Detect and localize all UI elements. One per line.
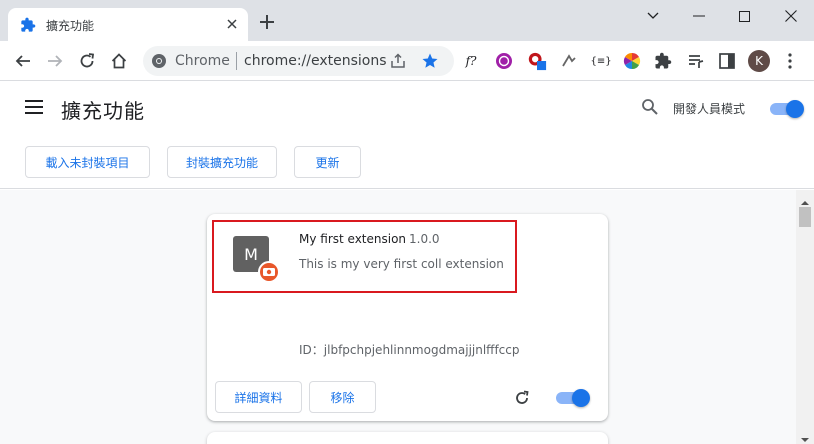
tab-strip: 擴充功能	[0, 0, 814, 41]
reload-extension-icon[interactable]	[513, 389, 531, 407]
font-ext-icon[interactable]: f?	[461, 51, 481, 71]
tab-extensions[interactable]: 擴充功能	[8, 8, 248, 41]
browser-toolbar: Chrome chrome://extensions f? {≡}	[0, 41, 814, 81]
update-button[interactable]: 更新	[294, 146, 361, 178]
forward-arrow-icon[interactable]	[43, 49, 67, 73]
jump-ext-icon[interactable]	[559, 51, 579, 71]
pack-extension-button[interactable]: 封裝擴充功能	[167, 146, 277, 178]
side-panel-icon[interactable]	[717, 51, 737, 71]
browser-window: 擴充功能 Chrome chrome://extensions f? {≡} K…	[0, 0, 814, 444]
site-label: Chrome	[175, 53, 230, 69]
lr-ext-icon[interactable]	[494, 51, 514, 71]
bookmark-star-icon[interactable]	[421, 52, 439, 70]
new-tab-icon[interactable]	[258, 13, 276, 31]
minimize-icon[interactable]	[676, 0, 722, 32]
font-ext-text: f?	[465, 54, 477, 68]
avatar[interactable]: K	[748, 50, 770, 72]
extensions-header: 擴充功能 開發人員模式	[0, 82, 814, 134]
remove-button[interactable]: 移除	[309, 381, 376, 413]
devmode-label: 開發人員模式	[673, 102, 746, 116]
json-ext-text: {≡}	[590, 55, 612, 67]
highlight-box	[212, 220, 517, 293]
details-button[interactable]: 詳細資料	[215, 381, 302, 413]
maximize-icon[interactable]	[721, 0, 767, 32]
toggle-knob	[572, 389, 590, 407]
media-queue-icon[interactable]	[686, 51, 706, 71]
extension-id: ID：jlbfpchpjehlinnmogdmajjjnlfffccp	[299, 343, 520, 357]
adblock-ext-icon[interactable]	[527, 51, 547, 71]
scroll-down-icon[interactable]	[800, 430, 810, 442]
toggle-knob	[786, 100, 804, 118]
more-vert-icon[interactable]	[780, 51, 800, 71]
address-bar[interactable]: Chrome chrome://extensions	[143, 46, 454, 76]
extension-card-next	[207, 432, 608, 444]
load-unpacked-button[interactable]: 載入未封裝項目	[25, 146, 150, 178]
scrollbar-thumb[interactable]	[799, 207, 811, 227]
reload-icon[interactable]	[75, 49, 99, 73]
action-bar: 載入未封裝項目 封裝擴充功能 更新	[0, 134, 814, 189]
search-icon[interactable]	[641, 98, 659, 116]
window-close-icon[interactable]	[768, 0, 814, 32]
extension-enable-toggle[interactable]	[556, 389, 590, 407]
chevron-down-icon[interactable]	[630, 0, 676, 32]
url-text[interactable]: chrome://extensions	[244, 53, 387, 69]
menu-icon[interactable]	[25, 99, 43, 114]
json-ext-icon[interactable]: {≡}	[590, 51, 612, 71]
tab-title: 擴充功能	[46, 19, 95, 33]
back-arrow-icon[interactable]	[11, 49, 35, 73]
scroll-up-icon[interactable]	[800, 193, 810, 205]
extensions-puzzle-icon[interactable]	[653, 51, 673, 71]
page-title: 擴充功能	[61, 99, 145, 123]
omnibox-divider	[236, 52, 237, 70]
devmode-toggle[interactable]	[770, 100, 804, 118]
share-icon[interactable]	[389, 52, 407, 70]
puzzle-icon	[20, 17, 36, 33]
scrollbar[interactable]	[796, 190, 814, 444]
color-ext-icon[interactable]	[622, 51, 642, 71]
chrome-icon	[151, 53, 167, 69]
close-icon[interactable]	[224, 16, 240, 32]
home-icon[interactable]	[107, 49, 131, 73]
